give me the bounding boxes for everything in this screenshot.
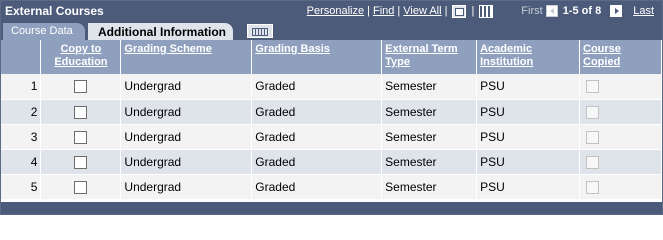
copy-to-education-cell xyxy=(40,74,122,100)
courses-table: Copy to Education Grading Scheme Grading… xyxy=(1,40,662,200)
table-header-row: Copy to Education Grading Scheme Grading… xyxy=(1,40,662,74)
column-header-grading-scheme[interactable]: Grading Scheme xyxy=(120,40,253,74)
grading-scheme-cell: Undergrad xyxy=(120,99,253,125)
grading-scheme-cell: Undergrad xyxy=(120,174,253,200)
term-type-cell: Semester xyxy=(381,174,478,200)
column-header-academic-institution[interactable]: Academic Institution xyxy=(476,40,581,74)
table-row: 5 Undergrad Graded Semester PSU xyxy=(1,174,662,200)
copy-to-education-cell xyxy=(40,174,122,200)
institution-cell: PSU xyxy=(476,124,581,150)
grid-footer-bar xyxy=(1,202,662,214)
tab-additional-information[interactable]: Additional Information xyxy=(88,23,233,40)
column-header-course-copied[interactable]: Course Copied xyxy=(579,40,662,74)
copy-to-education-cell xyxy=(40,149,122,175)
row-number: 1 xyxy=(1,74,42,100)
copy-to-education-cell xyxy=(40,99,122,125)
separator: | xyxy=(367,5,370,17)
separator: | xyxy=(444,5,448,17)
grading-scheme-cell: Undergrad xyxy=(120,124,253,150)
table-row: 4 Undergrad Graded Semester PSU xyxy=(1,149,662,175)
personalize-link[interactable]: Personalize xyxy=(307,5,364,17)
copy-to-education-checkbox[interactable] xyxy=(74,155,88,169)
prev-arrow-icon xyxy=(545,5,558,17)
course-copied-cell xyxy=(579,99,662,125)
copy-to-education-checkbox[interactable] xyxy=(74,130,88,144)
separator: | xyxy=(471,5,475,17)
grading-scheme-cell: Undergrad xyxy=(120,74,253,100)
grading-basis-cell: Graded xyxy=(251,174,383,200)
tab-course-data[interactable]: Course Data xyxy=(3,23,85,40)
course-copied-cell xyxy=(579,149,662,175)
course-copied-checkbox xyxy=(586,180,600,194)
course-copied-checkbox xyxy=(586,155,600,169)
next-arrow-icon[interactable] xyxy=(610,5,623,17)
copy-to-education-checkbox[interactable] xyxy=(74,80,88,94)
external-courses-grid: External Courses Personalize | Find | Vi… xyxy=(0,0,663,215)
course-copied-cell xyxy=(579,124,662,150)
institution-cell: PSU xyxy=(476,99,581,125)
institution-cell: PSU xyxy=(476,149,581,175)
row-number: 2 xyxy=(1,99,42,125)
term-type-cell: Semester xyxy=(381,149,478,175)
zoom-icon[interactable] xyxy=(452,4,467,18)
grading-basis-cell: Graded xyxy=(251,149,383,175)
separator: | xyxy=(397,5,401,17)
column-header-grading-basis[interactable]: Grading Basis xyxy=(251,40,383,74)
course-copied-cell xyxy=(579,74,662,100)
show-all-columns-icon[interactable] xyxy=(247,24,273,38)
tab-bar: Course Data Additional Information xyxy=(1,21,662,40)
course-copied-checkbox xyxy=(586,130,600,144)
row-number: 5 xyxy=(1,174,42,200)
download-icon[interactable] xyxy=(479,4,494,18)
grading-scheme-cell: Undergrad xyxy=(120,149,253,175)
course-copied-checkbox xyxy=(586,105,600,119)
view-all-link[interactable]: View All xyxy=(403,5,441,17)
grid-navigation: Personalize | Find | View All | | First … xyxy=(307,3,654,19)
institution-cell: PSU xyxy=(476,74,581,100)
column-header-external-term-type[interactable]: External Term Type xyxy=(381,40,478,74)
grading-basis-cell: Graded xyxy=(251,124,383,150)
grid-header-bar: External Courses Personalize | Find | Vi… xyxy=(1,1,662,21)
term-type-cell: Semester xyxy=(381,99,478,125)
course-copied-checkbox xyxy=(586,80,600,94)
institution-cell: PSU xyxy=(476,174,581,200)
row-count: 1-5 of 8 xyxy=(562,5,602,17)
row-number: 4 xyxy=(1,149,42,175)
copy-to-education-checkbox[interactable] xyxy=(74,105,88,119)
row-number: 3 xyxy=(1,124,42,150)
table-row: 1 Undergrad Graded Semester PSU xyxy=(1,74,662,100)
grid-title: External Courses xyxy=(5,4,104,18)
table-row: 3 Undergrad Graded Semester PSU xyxy=(1,124,662,150)
copy-to-education-cell xyxy=(40,124,122,150)
term-type-cell: Semester xyxy=(381,124,478,150)
grading-basis-cell: Graded xyxy=(251,74,383,100)
term-type-cell: Semester xyxy=(381,74,478,100)
grading-basis-cell: Graded xyxy=(251,99,383,125)
last-link[interactable]: Last xyxy=(633,5,654,17)
column-header-rownum xyxy=(1,40,42,74)
find-link[interactable]: Find xyxy=(373,5,394,17)
table-row: 2 Undergrad Graded Semester PSU xyxy=(1,99,662,125)
column-header-copy-to-education[interactable]: Copy to Education xyxy=(40,40,122,74)
first-link: First xyxy=(521,5,543,17)
copy-to-education-checkbox[interactable] xyxy=(74,180,88,194)
course-copied-cell xyxy=(579,174,662,200)
